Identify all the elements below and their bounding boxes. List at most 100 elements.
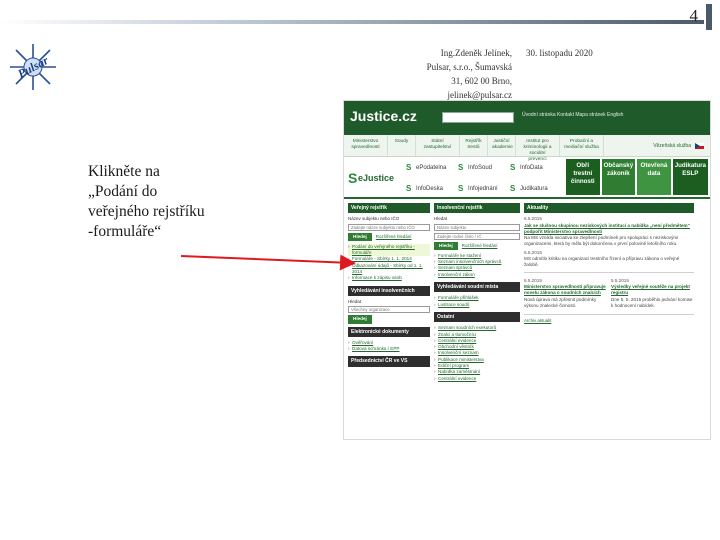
public-register-search-button[interactable]: Hledej [348,232,372,241]
button-row: Hledej Rozšířené hledání [434,241,520,250]
slide-number: 4 [689,6,699,25]
s-icon: S [458,184,464,193]
news-archive-link[interactable]: Archiv aktualit [524,318,694,324]
tile-line: činnosti [570,178,595,185]
news-headline[interactable]: Ministerstvo spravedlnosti připravuje no… [524,284,607,297]
s-icon: S [406,184,412,193]
news-title: Aktuality [524,203,694,214]
app-infosoud[interactable]: S InfoSoud [454,163,506,172]
tile-obcansky-zakonik[interactable]: Občanský zákoník [601,159,636,195]
nav-item-prison-service[interactable]: Vězeňská služba [653,143,691,149]
app-bar: SeJustice SePodatelna S InfoSoud S InfoDat… [344,157,710,199]
instruction-line: Klikněte na [88,163,160,180]
link-podani-do-verejneho-rejstriku[interactable]: Podání do veřejného rejstříku - formulář… [348,243,430,257]
author-line: 31, 602 00 Brno, [451,76,512,86]
app-infojednani[interactable]: S Infojednání [454,184,506,193]
auction-title: Vyhledávání insolvenčních [348,285,430,296]
insolvency-advanced-link[interactable]: Rozšířené hledání [462,243,498,249]
app-infodeska[interactable]: S InfoDeska [402,184,454,193]
app-infodata[interactable]: S InfoData [506,163,564,172]
app-links: SeJustice SePodatelna S InfoSoud S InfoDat… [344,157,564,197]
insolvency-search-button[interactable]: Hledej [434,241,458,250]
tile-line: Občanský [603,162,634,169]
news-headline[interactable]: Jak se slušnou skupinou neziskových inst… [524,223,694,236]
news-text: Na MS vznikla iniciativa ke zlepšení pod… [524,235,679,247]
content-columns: Veřejný rejstřík Název subjektu nebo IČO… [344,199,710,390]
tile-line: Otevřená [640,162,668,169]
link-informace-k-zapisu[interactable]: Informace k zápisu osob [348,275,430,282]
news-text: Dne 5. 5. 2015 proběhlo jednání komise k… [611,296,693,308]
insolvency-id-input[interactable]: Zadejte rodné číslo / IČ [434,232,520,240]
nav-tools: Vězeňská služba [647,135,710,156]
divider [524,271,694,273]
author-block: Ing.Zdeněk Jelínek, Pulsar, s.r.o., Šuma… [420,46,512,102]
court-places-links: Formuláře přihlášek Lustrace soudů [434,295,520,308]
button-row: Hledej Rozšířené hledání [348,232,430,241]
site-header: Justice.cz Úvodní stránka Kontakt Mapa s… [344,101,710,135]
nav-item-academy[interactable]: Justiční akademie [488,135,516,156]
link-insolvencni-zakon[interactable]: Insolvenční zákon [434,272,520,279]
insolvency-name-input[interactable]: Název subjektu [434,223,520,231]
nav-item-ministry[interactable]: Ministerstvo spravedlnosti [344,135,388,156]
button-row: Hledej [348,315,430,324]
other-links: Seznam soudních exekutorů Znalci a tlumo… [434,325,520,382]
edocs-title: Elektronické dokumenty [348,326,430,337]
instruction-line: „Podání do [88,183,158,200]
app-epodatelna[interactable]: SePodatelna [402,163,454,172]
news-text: MS odmítlo kritiku na organizaci trestní… [524,256,680,268]
ms-title: Předsednictví ČR ve VS [348,356,430,367]
nav-item-prosecution[interactable]: Státní zastupitelství [416,135,460,156]
feature-tiles: Obří trestní činnosti Občanský zákoník O… [564,157,710,197]
s-icon: S [510,184,516,193]
organization-select[interactable]: Všechny organizace [348,306,430,314]
tile-otevrena-data[interactable]: Otevřená data [637,159,671,195]
slide-date: 30. listopadu 2020 [526,48,593,58]
instruction-line: veřejného rejstříku [88,203,205,220]
other-link[interactable]: Centrální evidence [434,376,520,383]
tile-line: ESLP [682,170,699,177]
field-label: Hledat [434,216,448,222]
edocs-links: Ověřování Datová schránka / EPP [348,340,430,353]
tile-line: data [647,170,661,177]
app-ejustice[interactable]: SeJustice [344,171,402,185]
tile-line: trestní [573,170,593,177]
pulsar-logo: Pulsar [10,44,56,90]
app-label: eJustice [358,173,395,183]
insolvency-links: Formuláře ke stažení Seznam insolvenčníc… [434,253,520,278]
column-news: Aktuality 6.5.2015 Jak se slušnou skupin… [524,203,694,386]
main-nav: Ministerstvo spravedlnosti Soudy Státní … [344,135,710,162]
s-icon: S [458,163,464,172]
link-datova-schranka[interactable]: Datová schránka / EPP [348,346,430,353]
public-register-search-input[interactable]: Zadejte název subjektu nebo IČO [348,223,430,231]
nav-item-institute[interactable]: Institut pro kriminologii a sociální pre… [516,135,560,162]
app-judikatura[interactable]: S Judikatura [506,184,564,193]
app-label: Infojednání [468,185,498,192]
header-rule-accent [706,4,712,30]
site-search-input[interactable] [442,112,514,123]
news-item-left: 6.5.2015 Ministerstvo spravedlnosti přip… [524,276,607,311]
tile-line: Obří [576,162,590,169]
header-rule [0,20,704,24]
auction-search-button[interactable]: Hledej [348,315,372,324]
link-lustrace-soudu[interactable]: Lustrace soudů [434,302,520,309]
s-icon: S [348,170,358,186]
header-links[interactable]: Úvodní stránka Kontakt Mapa stránek Engl… [522,112,623,118]
nav-item-probation[interactable]: Probační a mediační služba [560,135,604,156]
court-places-title: Vyhledávání soudní místa [434,282,520,293]
author-line: Ing.Zdeněk Jelínek, [440,48,512,58]
nav-item-criminal-register[interactable]: Rejstřík trestů [460,135,488,156]
nav-item-courts[interactable]: Soudy [388,135,416,156]
instruction-line: -formuláře“ [88,223,162,240]
public-register-links: Podání do veřejného rejstříku - formulář… [348,243,430,282]
czech-flag-icon[interactable] [695,142,704,149]
news-item-right: 5.5.2015 Výsledky veřejné soutěže na pro… [611,276,694,311]
site-logo[interactable]: Justice.cz [350,108,417,124]
field-label: Hledat [348,298,362,304]
app-label: InfoData [520,164,543,171]
tile-judikatura-eslp[interactable]: Judikatura ESLP [672,159,708,195]
link-odkazovani-udaju[interactable]: Odkazování údajů - Sbírky od 1. 1. 2014 [348,263,430,276]
tile-line: zákoník [607,170,630,177]
advanced-search-link[interactable]: Rozšířené hledání [376,234,412,240]
tile-obri-trestni-cinnosti[interactable]: Obří trestní činnosti [566,159,600,195]
news-headline[interactable]: Výsledky veřejné soutěže na projekt regi… [611,284,694,297]
